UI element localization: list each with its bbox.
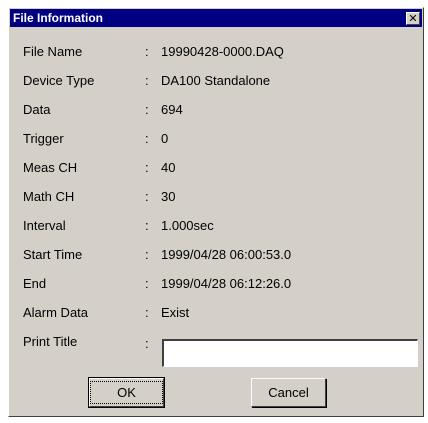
field-label: Data bbox=[23, 102, 51, 117]
field-separator: : bbox=[145, 160, 149, 175]
field-label: Alarm Data bbox=[23, 305, 89, 320]
field-value: DA100 Standalone bbox=[161, 73, 271, 88]
field-separator: : bbox=[145, 305, 149, 320]
file-information-dialog: File Information ✕ File Name : 19990428-… bbox=[8, 7, 424, 417]
field-label: Start Time bbox=[23, 247, 83, 262]
window-title: File Information bbox=[13, 11, 103, 25]
field-row-interval: Interval : 1.000sec bbox=[9, 218, 423, 234]
field-label: Meas CH bbox=[23, 160, 78, 175]
print-title-input[interactable] bbox=[162, 339, 418, 367]
field-value: 1.000sec bbox=[161, 218, 214, 233]
field-value: 694 bbox=[161, 102, 183, 117]
field-row-data: Data : 694 bbox=[9, 102, 423, 118]
field-value: 1999/04/28 06:00:53.0 bbox=[161, 247, 292, 262]
field-row-alarm-data: Alarm Data : Exist bbox=[9, 305, 423, 321]
close-icon[interactable]: ✕ bbox=[406, 11, 420, 25]
field-label: Math CH bbox=[23, 189, 75, 204]
field-separator: : bbox=[145, 276, 149, 291]
field-separator: : bbox=[145, 247, 149, 262]
field-value: 0 bbox=[161, 131, 169, 146]
cancel-button[interactable]: Cancel bbox=[251, 378, 326, 407]
field-row-start-time: Start Time : 1999/04/28 06:00:53.0 bbox=[9, 247, 423, 263]
field-value: 1999/04/28 06:12:26.0 bbox=[161, 276, 292, 291]
field-separator: : bbox=[145, 336, 149, 351]
field-label: Trigger bbox=[23, 131, 64, 146]
ok-button[interactable]: OK bbox=[88, 377, 165, 408]
field-label: Device Type bbox=[23, 73, 95, 88]
print-title-label: Print Title bbox=[23, 334, 78, 349]
field-separator: : bbox=[145, 189, 149, 204]
field-value: Exist bbox=[161, 305, 190, 320]
ok-button-label: OK bbox=[90, 381, 163, 404]
field-row-device-type: Device Type : DA100 Standalone bbox=[9, 73, 423, 89]
field-separator: : bbox=[145, 44, 149, 59]
title-bar: File Information ✕ bbox=[10, 9, 422, 27]
field-value: 30 bbox=[161, 189, 176, 204]
field-separator: : bbox=[145, 131, 149, 146]
field-label: End bbox=[23, 276, 47, 291]
field-separator: : bbox=[145, 73, 149, 88]
field-label: Interval bbox=[23, 218, 66, 233]
field-row-file-name: File Name : 19990428-0000.DAQ bbox=[9, 44, 423, 60]
field-row-trigger: Trigger : 0 bbox=[9, 131, 423, 147]
field-value: 19990428-0000.DAQ bbox=[161, 44, 284, 59]
field-row-end: End : 1999/04/28 06:12:26.0 bbox=[9, 276, 423, 292]
field-row-meas-ch: Meas CH : 40 bbox=[9, 160, 423, 176]
field-value: 40 bbox=[161, 160, 176, 175]
field-separator: : bbox=[145, 218, 149, 233]
field-row-math-ch: Math CH : 30 bbox=[9, 189, 423, 205]
field-separator: : bbox=[145, 102, 149, 117]
field-label: File Name bbox=[23, 44, 83, 59]
